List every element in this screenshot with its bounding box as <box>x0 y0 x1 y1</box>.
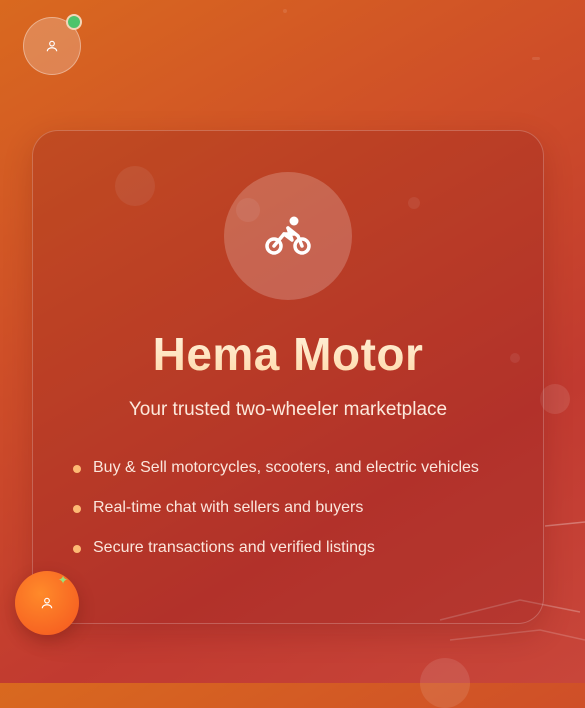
sparkle-icon: ✦ <box>58 573 69 587</box>
brand-title: Hema Motor <box>33 327 543 381</box>
feature-text: Real-time chat with sellers and buyers <box>93 499 364 516</box>
user-icon <box>46 40 58 52</box>
feature-item: Secure transactions and verified listing… <box>73 536 503 560</box>
bullet-dot <box>73 545 81 553</box>
online-status-indicator <box>66 14 82 30</box>
feature-item: Real-time chat with sellers and buyers <box>73 496 503 520</box>
brand-tagline: Your trusted two-wheeler marketplace <box>128 399 448 420</box>
user-icon <box>41 597 53 609</box>
feature-text: Secure transactions and verified listing… <box>93 539 375 556</box>
welcome-card: Hema Motor Your trusted two-wheeler mark… <box>32 130 544 624</box>
bullet-dot <box>73 465 81 473</box>
feature-text: Buy & Sell motorcycles, scooters, and el… <box>93 459 479 476</box>
bullet-dot <box>73 505 81 513</box>
motorcycle-rider-icon <box>265 216 311 255</box>
feature-list: Buy & Sell motorcycles, scooters, and el… <box>73 456 503 576</box>
floating-user-button[interactable] <box>15 571 79 635</box>
feature-item: Buy & Sell motorcycles, scooters, and el… <box>73 456 503 480</box>
logo-badge <box>224 172 352 300</box>
